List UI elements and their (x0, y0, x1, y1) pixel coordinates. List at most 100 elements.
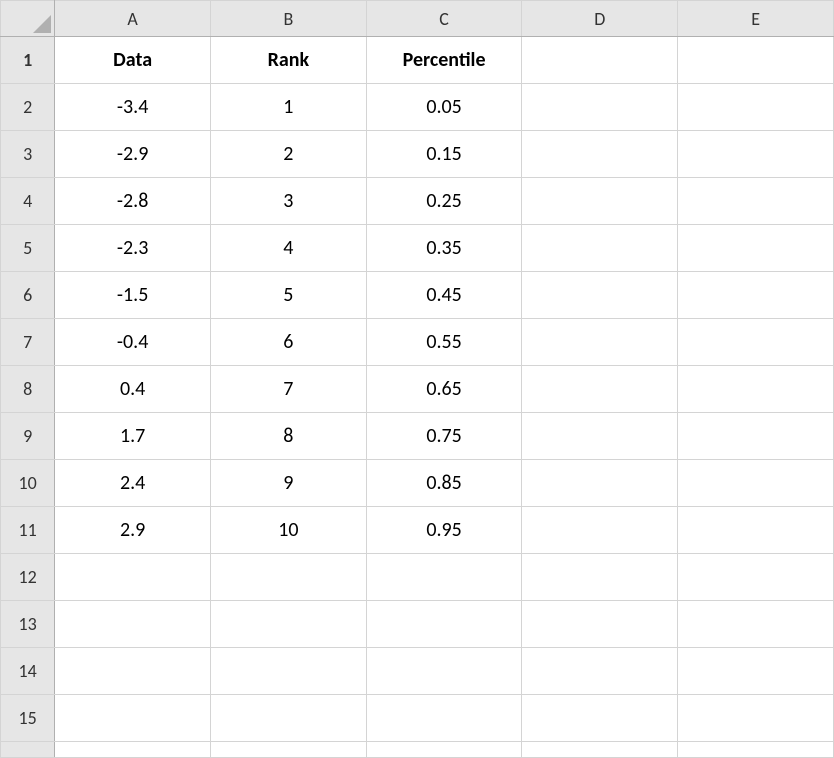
cell-A2[interactable]: -3.4 (55, 84, 211, 131)
cell-D8[interactable] (522, 366, 678, 413)
cell-D15[interactable] (522, 695, 678, 742)
cell-B13[interactable] (210, 601, 366, 648)
row-header-14[interactable]: 14 (1, 648, 55, 695)
cell-E12[interactable] (678, 554, 834, 601)
cell-D5[interactable] (522, 225, 678, 272)
cell-D2[interactable] (522, 84, 678, 131)
cell-E15[interactable] (678, 695, 834, 742)
cell-E3[interactable] (678, 131, 834, 178)
row-header-11[interactable]: 11 (1, 507, 55, 554)
cell-A11[interactable]: 2.9 (55, 507, 211, 554)
cell-C14[interactable] (366, 648, 522, 695)
row-header-12[interactable]: 12 (1, 554, 55, 601)
row-header-5[interactable]: 5 (1, 225, 55, 272)
cell-E1[interactable] (678, 37, 834, 84)
row-header-8[interactable]: 8 (1, 366, 55, 413)
row-header-4[interactable]: 4 (1, 178, 55, 225)
row-header-16[interactable] (1, 742, 55, 758)
cell-C12[interactable] (366, 554, 522, 601)
cell-B7[interactable]: 6 (210, 319, 366, 366)
cell-B2[interactable]: 1 (210, 84, 366, 131)
cell-A12[interactable] (55, 554, 211, 601)
cell-D4[interactable] (522, 178, 678, 225)
row-header-15[interactable]: 15 (1, 695, 55, 742)
cell-B16[interactable] (210, 742, 366, 758)
cell-D16[interactable] (522, 742, 678, 758)
cell-D11[interactable] (522, 507, 678, 554)
cell-B3[interactable]: 2 (210, 131, 366, 178)
row-header-6[interactable]: 6 (1, 272, 55, 319)
cell-C5[interactable]: 0.35 (366, 225, 522, 272)
cell-C9[interactable]: 0.75 (366, 413, 522, 460)
cell-B14[interactable] (210, 648, 366, 695)
cell-E8[interactable] (678, 366, 834, 413)
cell-C10[interactable]: 0.85 (366, 460, 522, 507)
row-header-7[interactable]: 7 (1, 319, 55, 366)
spreadsheet-grid[interactable]: A B C D E 1 Data Rank Percentile 2 -3.4 … (0, 0, 834, 758)
cell-E16[interactable] (678, 742, 834, 758)
cell-A9[interactable]: 1.7 (55, 413, 211, 460)
cell-E11[interactable] (678, 507, 834, 554)
cell-D13[interactable] (522, 601, 678, 648)
column-header-D[interactable]: D (522, 1, 678, 37)
cell-D10[interactable] (522, 460, 678, 507)
cell-B9[interactable]: 8 (210, 413, 366, 460)
cell-D6[interactable] (522, 272, 678, 319)
cell-B4[interactable]: 3 (210, 178, 366, 225)
cell-A3[interactable]: -2.9 (55, 131, 211, 178)
cell-E4[interactable] (678, 178, 834, 225)
cell-B10[interactable]: 9 (210, 460, 366, 507)
cell-C11[interactable]: 0.95 (366, 507, 522, 554)
column-header-A[interactable]: A (55, 1, 211, 37)
cell-D9[interactable] (522, 413, 678, 460)
cell-D7[interactable] (522, 319, 678, 366)
cell-A1[interactable]: Data (55, 37, 211, 84)
cell-E10[interactable] (678, 460, 834, 507)
cell-A6[interactable]: -1.5 (55, 272, 211, 319)
cell-B12[interactable] (210, 554, 366, 601)
cell-D12[interactable] (522, 554, 678, 601)
cell-E5[interactable] (678, 225, 834, 272)
cell-A7[interactable]: -0.4 (55, 319, 211, 366)
cell-E9[interactable] (678, 413, 834, 460)
cell-C13[interactable] (366, 601, 522, 648)
cell-C4[interactable]: 0.25 (366, 178, 522, 225)
cell-E7[interactable] (678, 319, 834, 366)
column-header-B[interactable]: B (210, 1, 366, 37)
select-all-corner[interactable] (1, 1, 55, 37)
row-header-13[interactable]: 13 (1, 601, 55, 648)
cell-C7[interactable]: 0.55 (366, 319, 522, 366)
cell-E14[interactable] (678, 648, 834, 695)
cell-A4[interactable]: -2.8 (55, 178, 211, 225)
column-header-E[interactable]: E (678, 1, 834, 37)
column-header-C[interactable]: C (366, 1, 522, 37)
cell-B15[interactable] (210, 695, 366, 742)
cell-B6[interactable]: 5 (210, 272, 366, 319)
row-header-3[interactable]: 3 (1, 131, 55, 178)
cell-A15[interactable] (55, 695, 211, 742)
row-header-1[interactable]: 1 (1, 37, 55, 84)
cell-E6[interactable] (678, 272, 834, 319)
cell-C3[interactable]: 0.15 (366, 131, 522, 178)
cell-D1[interactable] (522, 37, 678, 84)
cell-A13[interactable] (55, 601, 211, 648)
cell-A10[interactable]: 2.4 (55, 460, 211, 507)
row-header-10[interactable]: 10 (1, 460, 55, 507)
cell-E13[interactable] (678, 601, 834, 648)
cell-A5[interactable]: -2.3 (55, 225, 211, 272)
cell-C2[interactable]: 0.05 (366, 84, 522, 131)
cell-C1[interactable]: Percentile (366, 37, 522, 84)
cell-C6[interactable]: 0.45 (366, 272, 522, 319)
cell-C16[interactable] (366, 742, 522, 758)
cell-C15[interactable] (366, 695, 522, 742)
cell-E2[interactable] (678, 84, 834, 131)
cell-A16[interactable] (55, 742, 211, 758)
cell-D14[interactable] (522, 648, 678, 695)
cell-A14[interactable] (55, 648, 211, 695)
cell-B11[interactable]: 10 (210, 507, 366, 554)
cell-A8[interactable]: 0.4 (55, 366, 211, 413)
cell-D3[interactable] (522, 131, 678, 178)
cell-B8[interactable]: 7 (210, 366, 366, 413)
row-header-2[interactable]: 2 (1, 84, 55, 131)
cell-B5[interactable]: 4 (210, 225, 366, 272)
